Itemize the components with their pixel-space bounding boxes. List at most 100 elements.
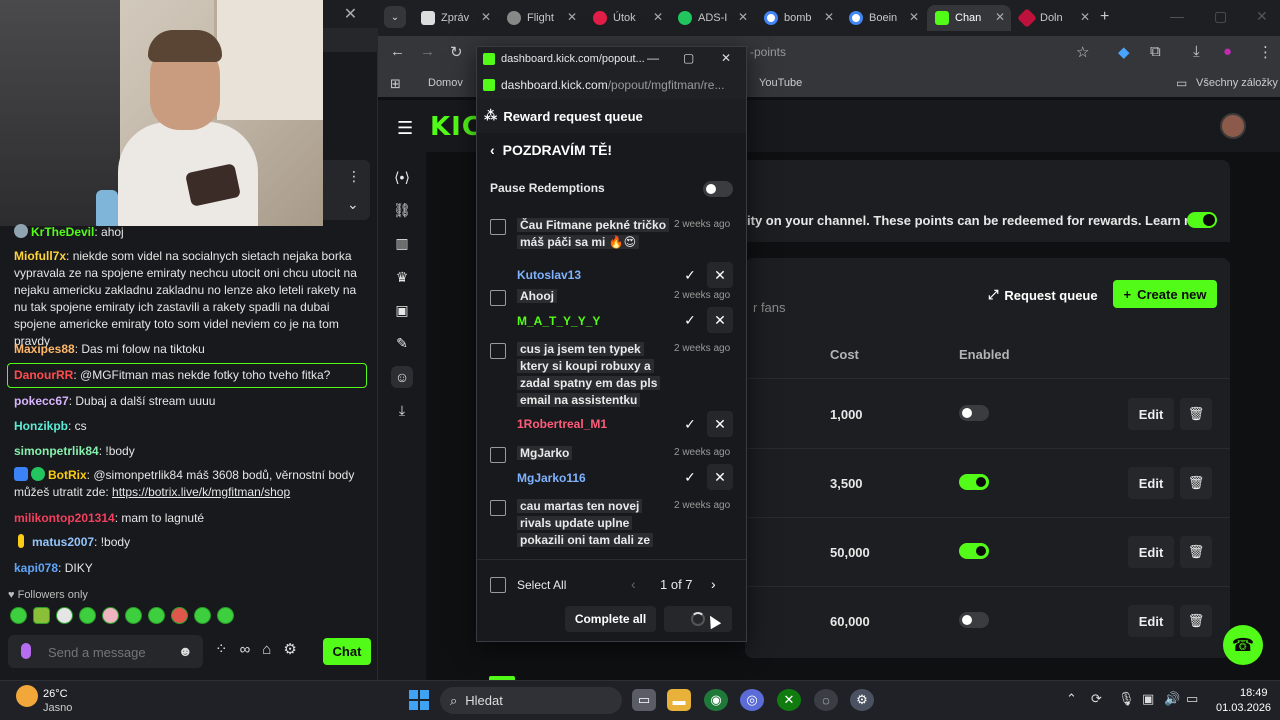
reward-enabled-toggle[interactable] — [959, 543, 989, 559]
check-icon[interactable]: ✓ — [677, 411, 703, 437]
chat-username[interactable]: KrTheDevil — [31, 225, 94, 239]
request-checkbox[interactable] — [490, 290, 506, 306]
chat-username[interactable]: Miofull7x — [14, 249, 66, 263]
maximize-icon[interactable]: ▢ — [1214, 8, 1227, 25]
reward-enabled-toggle[interactable] — [959, 474, 989, 490]
request-username[interactable]: Kutoslav13 — [517, 268, 581, 282]
taskbar-search[interactable]: ⌕ Hledat — [440, 687, 622, 714]
browser-tab[interactable]: Doln ✕ — [1012, 5, 1096, 31]
trash-icon[interactable]: 🗑 — [1180, 467, 1212, 499]
reject-icon[interactable]: ✕ — [707, 411, 733, 437]
all-bookmarks[interactable]: Všechny záložky — [1196, 77, 1278, 89]
chat-username[interactable]: matus2007 — [32, 535, 94, 549]
support-chat-icon[interactable]: ☎ — [1223, 625, 1263, 665]
tab-search-button[interactable]: ⌄ — [384, 6, 406, 28]
request-username[interactable]: M_A_T_Y_Y_Y — [517, 314, 600, 328]
shop-link[interactable]: https://botrix.live/k/mgfitman/shop — [112, 485, 290, 499]
weather-temperature[interactable]: 26°C — [43, 688, 68, 700]
chat-username[interactable]: Honzikpb — [14, 419, 68, 433]
kebab-menu-icon[interactable]: ⋮ — [1258, 43, 1273, 61]
trash-icon[interactable]: 🗑 — [1180, 398, 1212, 430]
trophy-icon[interactable]: ♛ — [391, 266, 413, 288]
chevron-left-icon[interactable]: ‹ — [631, 576, 636, 592]
weather-description[interactable]: Jasno — [43, 702, 72, 714]
gear-icon[interactable]: ⚙ — [283, 640, 296, 658]
infinity-icon[interactable]: ∞ — [240, 641, 251, 658]
emote-icon[interactable] — [33, 607, 50, 624]
close-icon[interactable]: ✕ — [1080, 10, 1090, 24]
bookmark-domov[interactable]: Domov — [428, 77, 463, 89]
microphone-tray-icon[interactable]: 🎙 — [1118, 691, 1135, 707]
broadcast-icon[interactable]: ⟨•⟩ — [391, 166, 413, 188]
edit-button[interactable]: Edit — [1128, 605, 1174, 637]
download-icon[interactable]: ⤓ — [391, 399, 413, 421]
pause-redemptions-toggle[interactable] — [703, 181, 733, 197]
network-icon[interactable]: ▣ — [1142, 691, 1154, 707]
emote-icon[interactable] — [125, 607, 142, 624]
chat-username[interactable]: DanourRR — [14, 368, 73, 382]
dots-icon[interactable]: ⁘ — [215, 640, 228, 658]
emote-icon[interactable] — [217, 607, 234, 624]
emote-icon[interactable] — [79, 607, 96, 624]
chat-username[interactable]: simonpetrlik84 — [14, 444, 99, 458]
request-checkbox[interactable] — [490, 500, 506, 516]
close-icon[interactable]: ✕ — [824, 10, 834, 24]
emote-icon[interactable] — [148, 607, 165, 624]
obs-icon[interactable]: ◌ — [814, 689, 838, 711]
popout-url-bar[interactable]: dashboard.kick.com/popout/mgfitman/re... — [477, 71, 746, 99]
chrome-icon[interactable]: ◉ — [704, 689, 728, 711]
browser-tab[interactable]: Útok ✕ — [585, 5, 669, 31]
create-new-button[interactable]: + Create new — [1113, 280, 1217, 308]
chevron-right-icon[interactable]: › — [711, 576, 716, 592]
emote-icon[interactable] — [194, 607, 211, 624]
chat-username[interactable]: Maxipes88 — [14, 342, 75, 356]
back-to-rewards-button[interactable]: ‹ POZDRAVÍM TĚ! — [490, 142, 612, 158]
store-icon[interactable]: ⌂ — [262, 641, 271, 658]
browser-tab[interactable]: bomb ✕ — [756, 5, 840, 31]
reject-icon[interactable]: ✕ — [707, 464, 733, 490]
new-tab-button[interactable]: + — [1100, 8, 1109, 26]
close-icon[interactable]: ✕ — [653, 10, 663, 24]
edit-button[interactable]: Edit — [1128, 467, 1174, 499]
chat-close-button[interactable]: ✕ — [323, 0, 378, 28]
community-icon[interactable]: ☺ — [391, 366, 413, 388]
chevron-down-icon[interactable]: ⌄ — [347, 196, 359, 213]
clock-time[interactable]: 18:49 — [1240, 687, 1268, 699]
link-icon[interactable]: ⛓ — [391, 199, 413, 221]
close-icon[interactable]: ✕ — [721, 51, 731, 65]
chat-message-input[interactable] — [48, 642, 168, 662]
chat-username[interactable]: BotRix — [48, 468, 87, 482]
request-checkbox[interactable] — [490, 219, 506, 235]
clock-date[interactable]: 01.03.2026 — [1216, 702, 1271, 714]
sync-icon[interactable]: ⟳ — [1091, 691, 1102, 707]
puzzle-icon[interactable]: ⧉ — [1150, 43, 1161, 60]
reload-icon[interactable]: ↻ — [450, 43, 463, 61]
request-queue-button[interactable]: ⤢ Request queue — [988, 282, 1098, 308]
forward-arrow-icon[interactable]: → — [420, 43, 435, 60]
chat-username[interactable]: milikontop201314 — [14, 511, 115, 525]
edit-button[interactable]: Edit — [1128, 536, 1174, 568]
browser-tab[interactable]: Flight ✕ — [499, 5, 583, 31]
select-all-checkbox[interactable] — [490, 577, 506, 593]
profile-icon[interactable]: ● — [1223, 43, 1232, 60]
reject-icon[interactable]: ✕ — [707, 307, 733, 333]
video-icon[interactable]: ▣ — [391, 299, 413, 321]
microphone-icon[interactable] — [21, 643, 31, 659]
back-arrow-icon[interactable]: ← — [390, 43, 405, 60]
download-icon[interactable]: ⤓ — [1193, 43, 1200, 60]
request-username[interactable]: 1Robertreal_M1 — [517, 417, 607, 431]
reward-enabled-toggle[interactable] — [959, 612, 989, 628]
request-checkbox[interactable] — [490, 447, 506, 463]
trash-icon[interactable]: 🗑 — [1180, 605, 1212, 637]
minimize-icon[interactable]: — — [1170, 8, 1184, 24]
bookmark-star-icon[interactable]: ☆ — [1076, 43, 1089, 61]
file-explorer-icon[interactable]: ▬ — [667, 689, 691, 711]
settings-gear-icon[interactable]: ⚙ — [850, 689, 874, 711]
chat-username[interactable]: kapi078 — [14, 561, 58, 575]
bookmark-youtube[interactable]: YouTube — [759, 77, 802, 89]
emote-icon[interactable] — [171, 607, 188, 624]
request-checkbox[interactable] — [490, 343, 506, 359]
kebab-menu-icon[interactable]: ⋮ — [347, 168, 361, 185]
address-fragment[interactable]: -points — [750, 45, 786, 59]
emote-icon[interactable] — [102, 607, 119, 624]
